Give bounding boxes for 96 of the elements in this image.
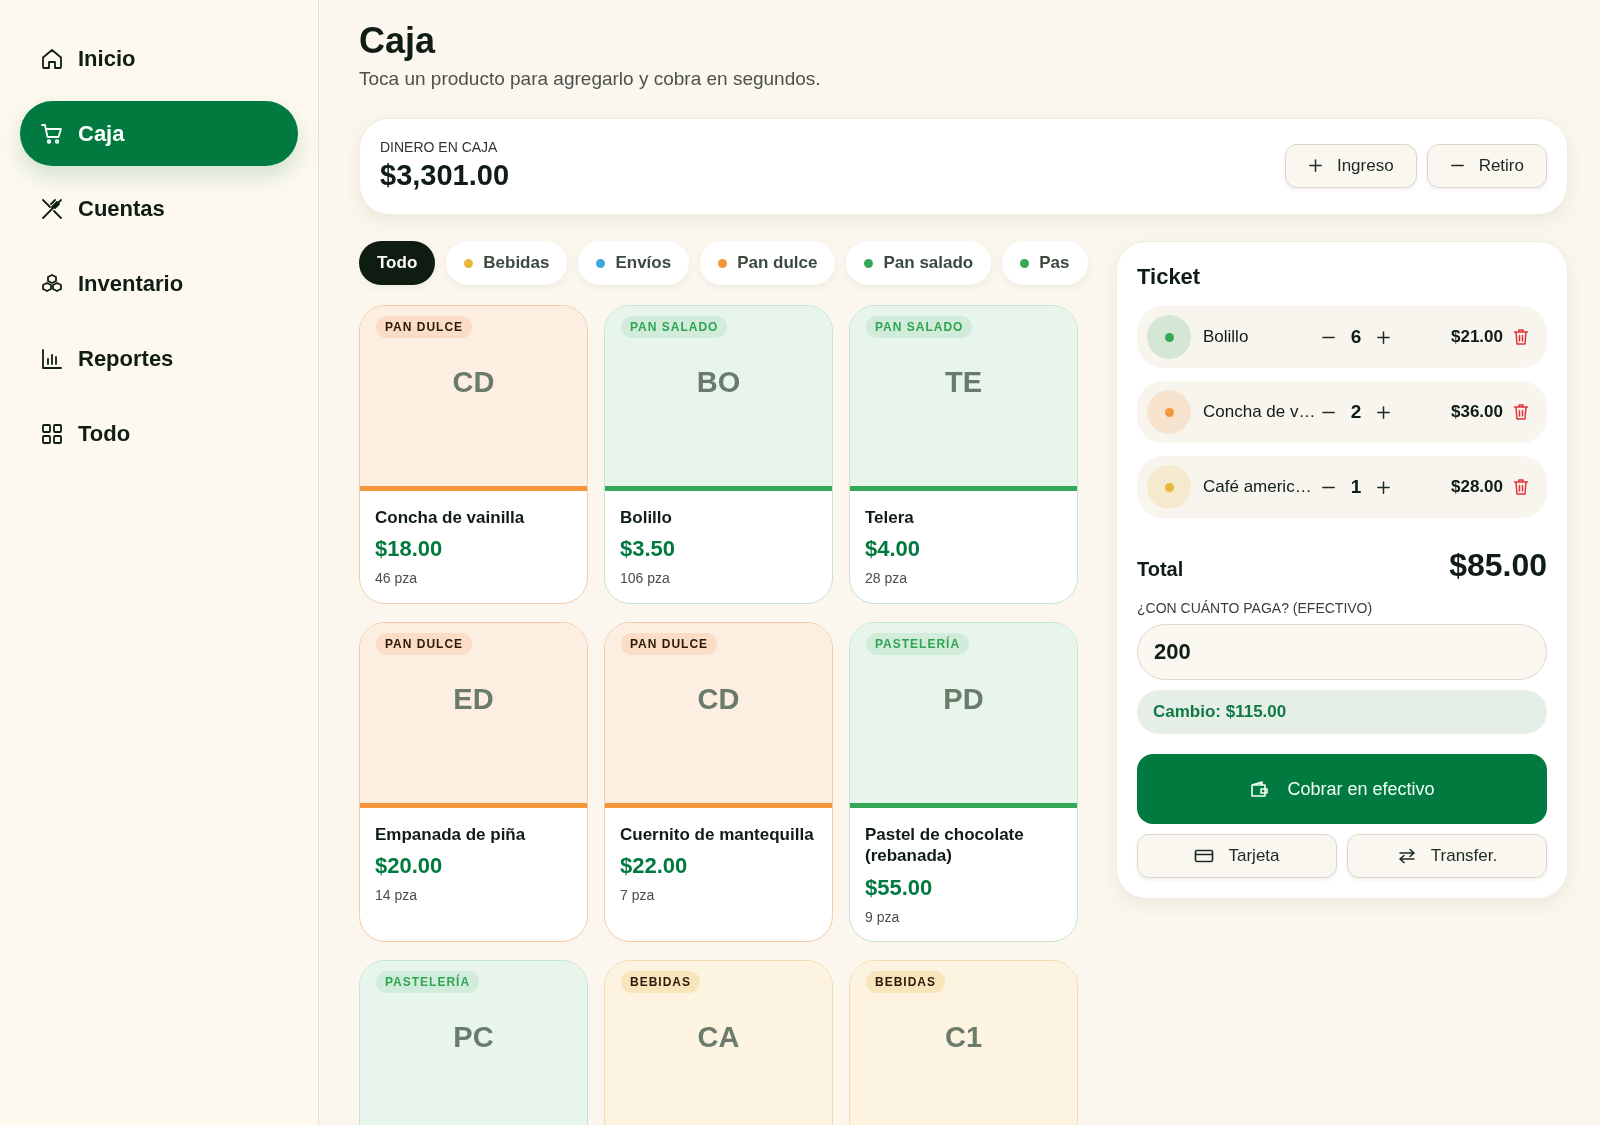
change-text: Cambio: $115.00 <box>1153 702 1287 722</box>
nav-item[interactable]: Todo <box>20 401 298 466</box>
filter-chip[interactable]: Envíos <box>578 241 690 285</box>
item-name: Bolillo <box>1203 327 1250 347</box>
product-stock: 28 pza <box>865 570 909 587</box>
nav-item[interactable]: Reportes <box>20 326 298 391</box>
item-quantity: 1 <box>1349 476 1363 498</box>
nav-item[interactable]: Inventario <box>20 251 298 316</box>
product-price: $20.00 <box>375 853 444 880</box>
filter-chip[interactable]: Bebidas <box>446 241 568 285</box>
withdraw-button[interactable]: Retiro <box>1426 143 1547 188</box>
product-card[interactable]: PAN DULCE CD Cuernito de mantequilla $22.00 7 pza <box>604 622 833 942</box>
nav-item[interactable]: Caja <box>20 101 298 166</box>
product-initials: BO <box>696 366 741 399</box>
product-initials: C1 <box>944 1020 983 1054</box>
category-tag: PAN SALADO <box>866 316 973 338</box>
trash-icon[interactable] <box>1513 478 1529 496</box>
product-stock: 7 pza <box>620 887 656 904</box>
cash-label: DINERO EN CAJA <box>380 139 499 155</box>
payment-field[interactable]: 200 <box>1137 624 1547 680</box>
cart-icon <box>40 121 64 146</box>
product-stock: 106 pza <box>620 570 671 587</box>
payment-label: ¿CON CUÁNTO PAGA? (EFECTIVO) <box>1137 600 1373 616</box>
item-price: $21.00 <box>1451 327 1503 347</box>
product-initials: CA <box>697 1020 740 1054</box>
product-price: $18.00 <box>375 536 444 563</box>
total-label: Total <box>1137 558 1184 581</box>
trash-icon[interactable] <box>1513 328 1529 346</box>
transfer-button[interactable]: Transfer. <box>1347 834 1547 878</box>
product-name: Telera <box>865 507 915 529</box>
wallet-icon <box>1249 780 1270 798</box>
category-tag: PASTELERÍA <box>866 633 970 655</box>
item-name: Concha de v… <box>1203 402 1317 422</box>
product-card[interactable]: PASTELERÍA PC <box>359 959 588 1125</box>
plus-icon[interactable] <box>1376 479 1391 495</box>
product-card[interactable]: PASTELERÍA PD Pastel de chocolate (rebanada) $55.00 9 pza <box>849 622 1078 942</box>
swap-arrows-icon <box>1396 847 1417 865</box>
product-name: Pastel de chocolate (rebanada) <box>865 824 1025 867</box>
product-name: Empanada de piña <box>375 824 527 846</box>
charge-button[interactable]: Cobrar en efectivo <box>1137 754 1547 824</box>
nav-item[interactable]: Inicio <box>20 26 298 91</box>
filter-chip[interactable]: Pas <box>1002 241 1088 285</box>
category-tag: PAN SALADO <box>621 316 728 338</box>
item-price: $28.00 <box>1451 477 1503 497</box>
product-card[interactable]: BEBIDAS CA <box>604 959 833 1125</box>
product-card[interactable]: PAN DULCE ED Empanada de piña $20.00 14 pza <box>359 622 588 942</box>
cash-amount: $3,301.00 <box>380 159 509 192</box>
category-tag: BEBIDAS <box>866 970 945 993</box>
item-price: $36.00 <box>1451 402 1503 422</box>
product-initials: ED <box>453 683 494 716</box>
home-icon <box>40 46 64 71</box>
category-tag: PAN DULCE <box>621 633 718 655</box>
filter-chip[interactable]: Todo <box>359 241 436 285</box>
product-price: $4.00 <box>865 536 922 563</box>
product-name: Bolillo <box>620 507 673 529</box>
product-price: $22.00 <box>620 853 689 880</box>
product-card[interactable]: PAN DULCE CD Concha de vainilla $18.00 46 pza <box>359 305 588 604</box>
credit-card-icon <box>1194 847 1215 865</box>
product-initials: PC <box>453 1020 494 1054</box>
product-price: $55.00 <box>865 874 934 901</box>
category-tag: PAN DULCE <box>376 633 473 655</box>
product-initials: CD <box>697 683 740 716</box>
item-name: Café americ… <box>1203 477 1313 497</box>
trash-icon[interactable] <box>1513 403 1529 421</box>
filter-chip[interactable]: Pan salado <box>846 241 992 285</box>
product-stock: 14 pza <box>375 887 419 904</box>
product-initials: CD <box>452 366 495 399</box>
nav-item[interactable]: Cuentas <box>20 176 298 241</box>
page-subtitle: Toca un producto para agregarlo y cobra en segundos. <box>359 68 821 90</box>
page-title: Caja <box>359 20 436 62</box>
ticket-title: Ticket <box>1137 264 1201 290</box>
utensils-icon <box>40 196 64 221</box>
total-amount: $85.00 <box>1449 547 1547 584</box>
product-card[interactable]: BEBIDAS C1 <box>849 959 1078 1125</box>
category-tag: BEBIDAS <box>621 970 700 993</box>
product-initials: TE <box>944 366 983 399</box>
filter-chip[interactable]: Pan dulce <box>700 241 836 285</box>
category-tag: PAN DULCE <box>376 316 473 338</box>
plus-icon <box>1307 158 1323 173</box>
product-card[interactable]: PAN SALADO BO Bolillo $3.50 106 pza <box>604 305 833 604</box>
card-button[interactable]: Tarjeta <box>1137 834 1337 878</box>
product-card[interactable]: PAN SALADO TE Telera $4.00 28 pza <box>849 305 1078 604</box>
product-stock: 46 pza <box>375 570 419 587</box>
product-initials: PD <box>943 683 984 716</box>
product-stock: 9 pza <box>865 908 901 925</box>
item-quantity: 6 <box>1349 326 1363 348</box>
plus-icon[interactable] <box>1376 404 1391 420</box>
plus-icon[interactable] <box>1376 329 1391 345</box>
product-name: Cuernito de mantequilla <box>620 824 815 846</box>
item-quantity: 2 <box>1349 401 1363 423</box>
bar-chart-icon <box>40 346 64 371</box>
grid-icon <box>40 421 64 446</box>
category-tag: PASTELERÍA <box>376 970 480 993</box>
product-price: $3.50 <box>620 536 677 563</box>
product-name: Concha de vainilla <box>375 507 526 529</box>
deposit-button[interactable]: Ingreso <box>1284 143 1417 188</box>
